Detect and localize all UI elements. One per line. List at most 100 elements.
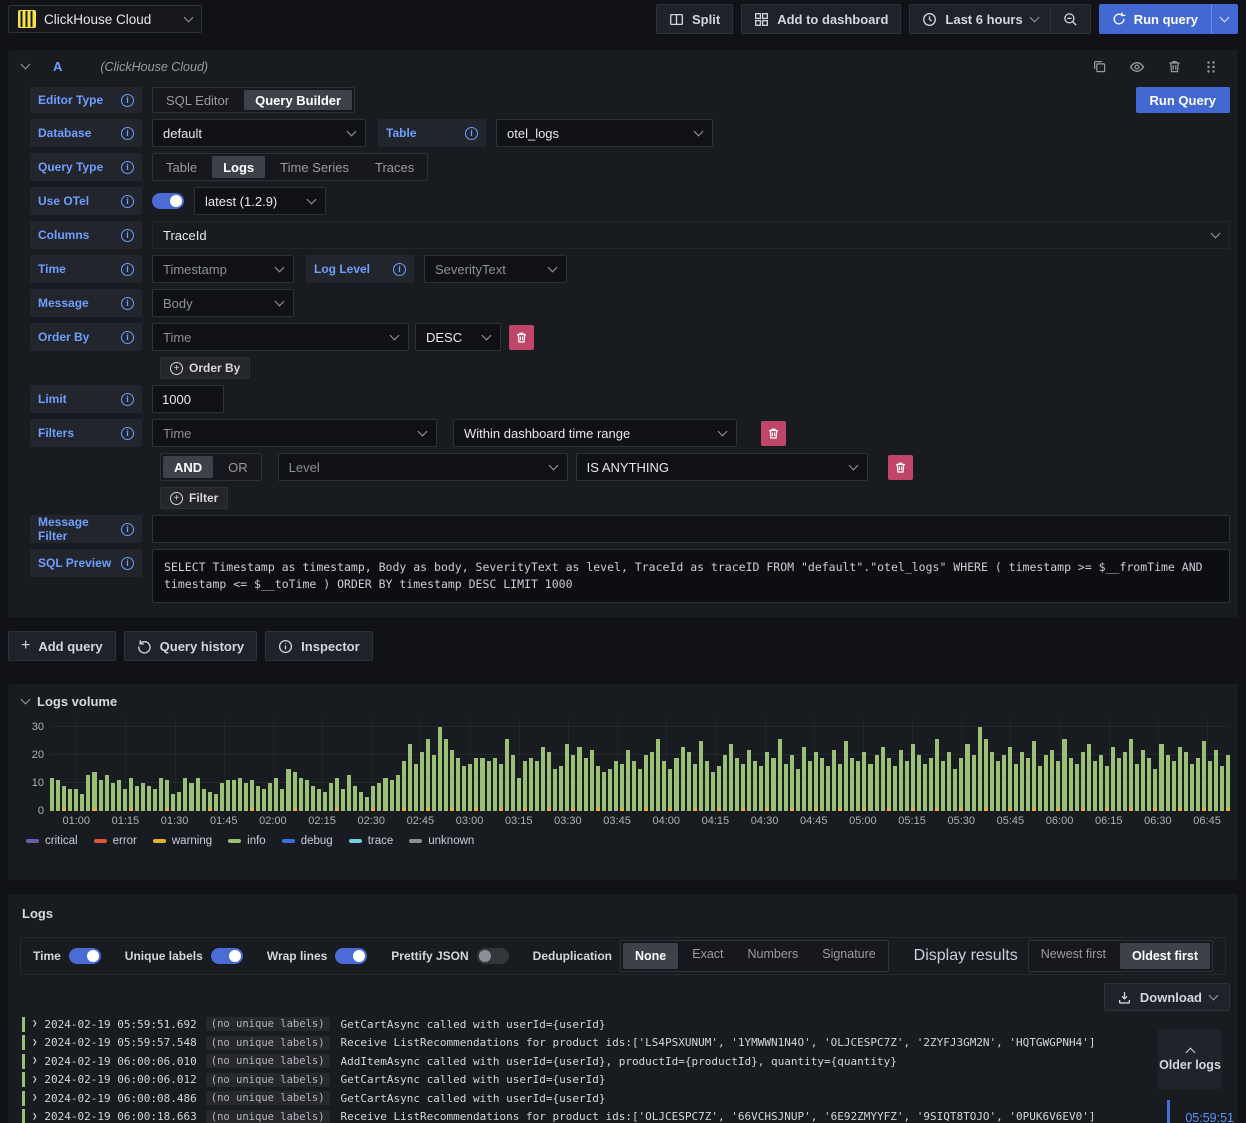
table-select[interactable]: otel_logs [496, 119, 713, 147]
dedup-signature[interactable]: Signature [810, 941, 888, 967]
tab-sql-editor[interactable]: SQL Editor [153, 88, 242, 112]
expand-chevron-icon[interactable]: ❯ [32, 1019, 37, 1029]
collapse-chevron-icon[interactable] [20, 59, 31, 70]
prettify-json-toggle[interactable] [476, 948, 509, 964]
expand-chevron-icon[interactable]: ❯ [32, 1075, 37, 1085]
expand-chevron-icon[interactable]: ❯ [32, 1093, 37, 1103]
run-query-dropdown[interactable] [1211, 4, 1238, 34]
otel-version-select[interactable]: latest (1.2.9) [194, 187, 326, 215]
filter-field-select[interactable]: Time [152, 419, 437, 447]
add-order-by-button[interactable]: + Order By [160, 357, 251, 379]
wrap-lines-toggle[interactable] [335, 948, 368, 964]
time-range-picker[interactable]: Last 6 hours [909, 4, 1051, 34]
info-icon[interactable]: i [465, 126, 478, 140]
expand-chevron-icon[interactable]: ❯ [32, 1056, 37, 1066]
info-icon[interactable]: i [121, 522, 134, 536]
download-button[interactable]: Download [1103, 983, 1230, 1011]
drag-handle-icon[interactable] [1198, 60, 1224, 74]
columns-multiselect[interactable]: TraceId [152, 221, 1230, 249]
info-icon[interactable]: i [121, 194, 134, 208]
order-by-direction-select[interactable]: DESC [415, 323, 501, 351]
dedup-none[interactable]: None [623, 943, 679, 969]
x-tick-label: 06:30 [1144, 815, 1172, 827]
time-column-select[interactable]: Timestamp [152, 255, 294, 283]
legend-item-critical[interactable]: critical [26, 835, 78, 847]
volume-bar [783, 763, 788, 811]
tab-traces[interactable]: Traces [362, 154, 427, 180]
time-toggle-label: Time [33, 949, 61, 963]
limit-input[interactable] [152, 385, 224, 413]
message-column-select[interactable]: Body [152, 289, 294, 317]
remove-condition-button[interactable] [887, 454, 913, 480]
info-icon[interactable]: i [121, 126, 134, 140]
database-select[interactable]: default [152, 119, 366, 147]
legend-item-warning[interactable]: warning [152, 835, 212, 847]
query-history-button[interactable]: Query history [123, 631, 258, 661]
legend-item-trace[interactable]: trace [348, 835, 393, 847]
info-icon[interactable]: i [121, 93, 134, 107]
info-icon[interactable]: i [121, 296, 134, 310]
order-by-field-select[interactable]: Time [152, 323, 409, 351]
info-icon[interactable]: i [121, 392, 134, 406]
info-icon[interactable]: i [121, 262, 134, 276]
hide-query-eye-icon[interactable] [1123, 59, 1151, 75]
inspector-button[interactable]: Inspector [265, 631, 373, 661]
split-button[interactable]: Split [656, 4, 734, 34]
info-icon[interactable]: i [121, 160, 134, 174]
legend-item-info[interactable]: info [228, 835, 266, 847]
expand-chevron-icon[interactable]: ❯ [32, 1112, 37, 1122]
expand-chevron-icon[interactable]: ❯ [32, 1038, 37, 1048]
datasource-picker[interactable]: ClickHouse Cloud [8, 5, 202, 33]
log-row[interactable]: ❯ 2024-02-19 06:00:06.010 (no unique label… [22, 1052, 1232, 1071]
run-query-button[interactable]: Run query [1098, 4, 1211, 34]
message-filter-input[interactable] [152, 515, 1230, 543]
info-icon[interactable]: i [121, 426, 134, 440]
info-icon[interactable]: i [121, 228, 134, 242]
older-logs-button[interactable]: Older logs [1158, 1029, 1222, 1089]
tab-time-series[interactable]: Time Series [267, 154, 362, 180]
bool-and[interactable]: AND [163, 456, 214, 478]
legend-item-unknown[interactable]: unknown [409, 835, 474, 847]
gridline [371, 719, 373, 811]
log-row[interactable]: ❯ 2024-02-19 06:00:06.012 (no unique label… [22, 1071, 1232, 1090]
tab-query-builder[interactable]: Query Builder [244, 90, 353, 110]
legend-item-error[interactable]: error [93, 835, 137, 847]
info-icon[interactable]: i [393, 262, 406, 276]
legend-item-debug[interactable]: debug [281, 835, 333, 847]
remove-order-by-button[interactable] [509, 324, 534, 350]
log-row[interactable]: ❯ 2024-02-19 06:00:18.663 (no unique label… [22, 1108, 1232, 1123]
collapse-chevron-icon[interactable] [20, 694, 31, 705]
use-otel-toggle[interactable] [152, 193, 184, 209]
x-tick-label: 02:45 [406, 815, 435, 827]
add-filter-button[interactable]: + Filter [160, 487, 229, 509]
condition-operator-select[interactable]: IS ANYTHING [575, 453, 868, 481]
log-row[interactable]: ❯ 2024-02-19 06:00:08.486 (no unique label… [22, 1089, 1232, 1108]
zoom-out-time-button[interactable] [1050, 4, 1091, 34]
dedup-numbers[interactable]: Numbers [736, 941, 811, 967]
log-row[interactable]: ❯ 2024-02-19 05:59:51.692 (no unique label… [22, 1015, 1232, 1034]
oldest-first-option[interactable]: Oldest first [1120, 943, 1210, 969]
volume-bar [86, 774, 91, 811]
condition-field-select[interactable]: Level [277, 453, 568, 481]
newest-first-option[interactable]: Newest first [1029, 941, 1118, 967]
gridline [617, 719, 619, 811]
duplicate-query-icon[interactable] [1086, 59, 1113, 74]
log-level-bar [22, 1109, 25, 1123]
tab-table[interactable]: Table [153, 154, 210, 180]
unique-labels-toggle[interactable] [210, 948, 243, 964]
editor-run-query-button[interactable]: Run Query [1135, 87, 1230, 113]
volume-bar [535, 760, 540, 811]
info-icon[interactable]: i [121, 556, 134, 570]
filter-operator-select[interactable]: Within dashboard time range [453, 419, 737, 447]
add-query-button[interactable]: + Add query [8, 631, 116, 661]
info-icon[interactable]: i [121, 330, 134, 344]
log-level-select[interactable]: SeverityText [424, 255, 567, 283]
tab-logs[interactable]: Logs [212, 156, 266, 178]
time-toggle[interactable] [68, 948, 101, 964]
add-to-dashboard-button[interactable]: Add to dashboard [741, 4, 902, 34]
log-row[interactable]: ❯ 2024-02-19 05:59:57.548 (no unique label… [22, 1034, 1232, 1053]
dedup-exact[interactable]: Exact [680, 941, 735, 967]
delete-query-icon[interactable] [1161, 59, 1188, 74]
bool-or[interactable]: OR [215, 454, 261, 480]
remove-filter-button[interactable] [761, 420, 786, 446]
